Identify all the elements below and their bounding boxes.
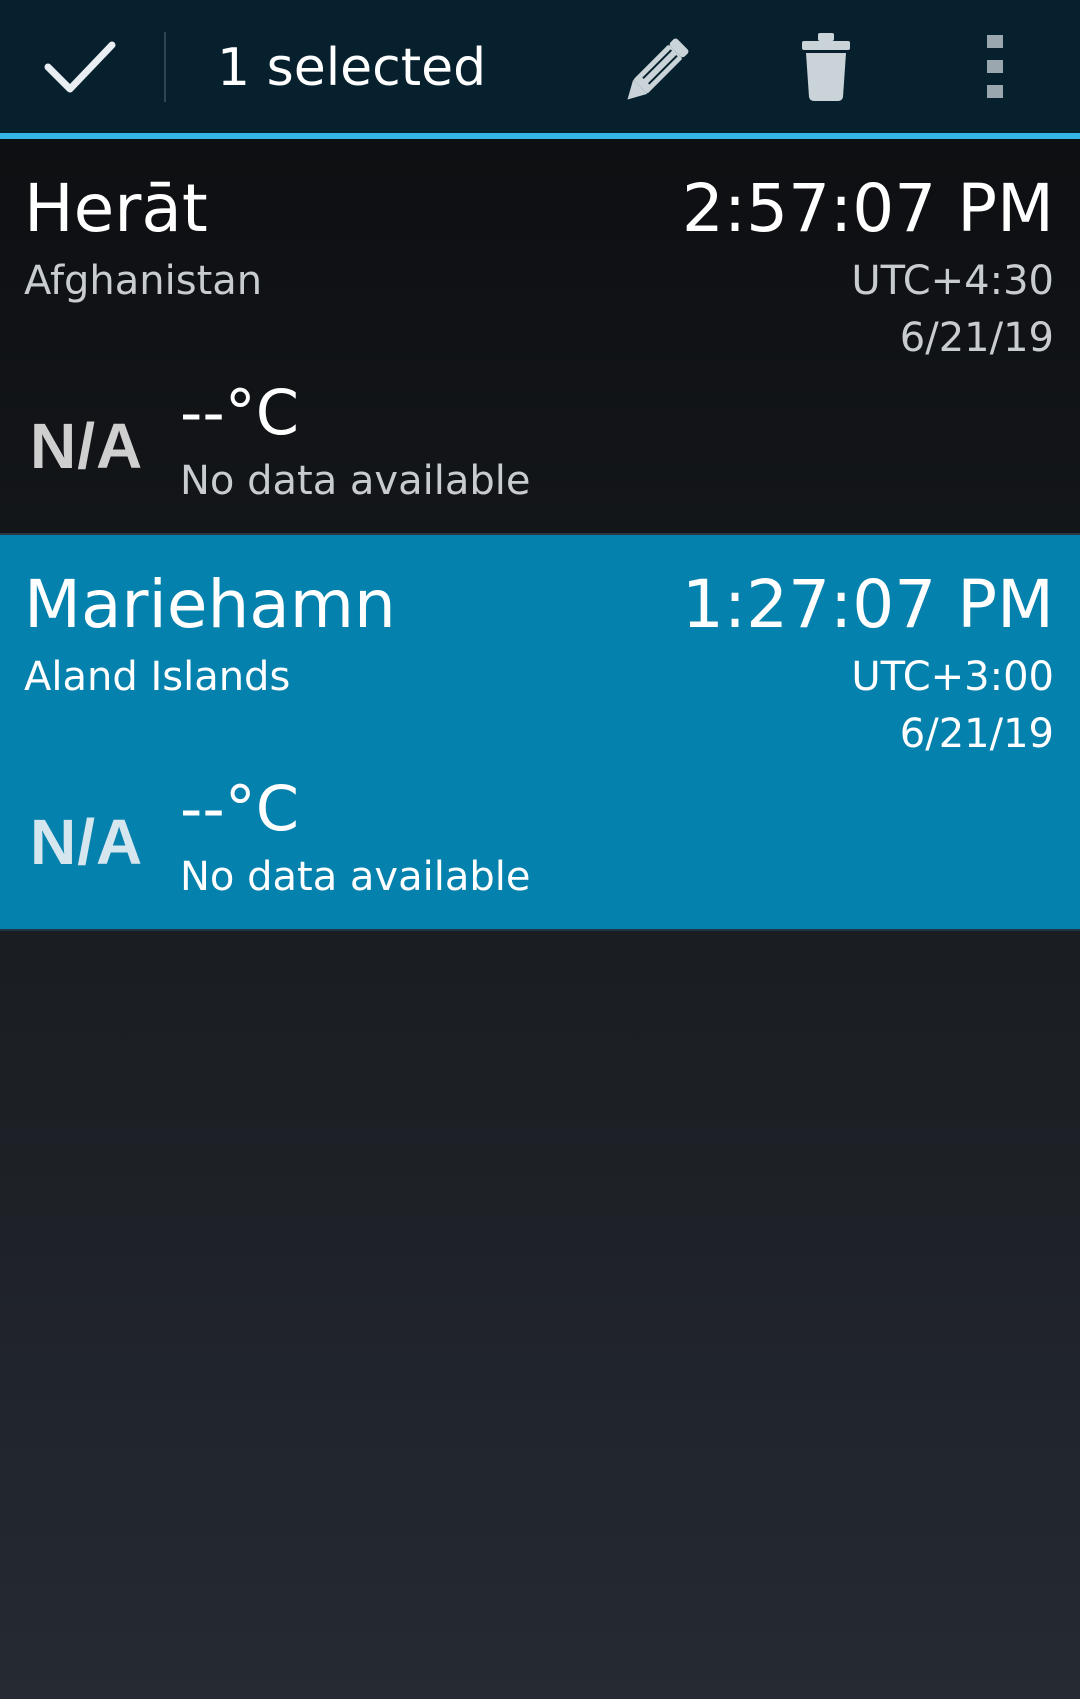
utc-offset: UTC+4:30 <box>851 258 1054 304</box>
temperature: --°C <box>180 376 300 449</box>
trash-icon <box>802 32 850 101</box>
pencil-icon <box>627 38 689 100</box>
done-button[interactable] <box>0 0 160 133</box>
city-list-item[interactable]: Herāt Afghanistan 2:57:07 PM UTC+4:30 6/… <box>0 139 1080 535</box>
checkmark-icon <box>44 41 116 92</box>
city-name: Mariehamn <box>24 566 396 643</box>
edit-button[interactable] <box>600 0 720 133</box>
local-time: 1:27:07 PM <box>681 566 1054 643</box>
country-name: Afghanistan <box>24 258 263 304</box>
contextual-action-bar: 1 selected <box>0 0 1080 133</box>
list-divider <box>0 929 1080 931</box>
city-list-item-selected[interactable]: Mariehamn Aland Islands 1:27:07 PM UTC+3… <box>0 535 1080 931</box>
overflow-menu-button[interactable] <box>940 0 1050 133</box>
country-name: Aland Islands <box>24 654 291 700</box>
action-bar-divider <box>164 32 166 102</box>
more-vert-icon <box>987 34 1003 98</box>
weather-na-icon: N/A <box>30 410 144 482</box>
local-date: 6/21/19 <box>899 711 1054 757</box>
temperature: --°C <box>180 772 300 845</box>
selection-count-title: 1 selected <box>217 38 487 98</box>
delete-button[interactable] <box>766 0 886 133</box>
utc-offset: UTC+3:00 <box>851 654 1054 700</box>
city-name: Herāt <box>24 170 208 247</box>
weather-condition: No data available <box>180 854 531 900</box>
local-time: 2:57:07 PM <box>681 170 1054 247</box>
weather-na-icon: N/A <box>30 806 144 878</box>
local-date: 6/21/19 <box>899 315 1054 361</box>
world-clock-screen: 1 selected Herāt Afghanistan 2:57:07 PM … <box>0 0 1080 1699</box>
weather-condition: No data available <box>180 458 531 504</box>
